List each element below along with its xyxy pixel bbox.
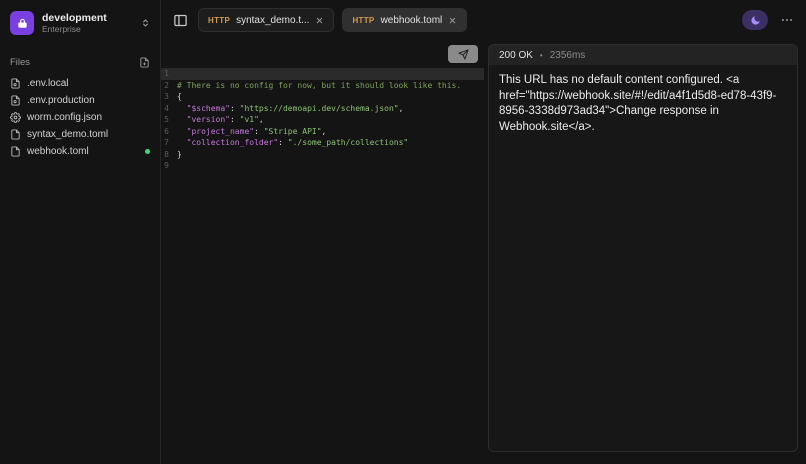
line-content: "version": "v1", bbox=[177, 114, 264, 126]
files-header: Files bbox=[0, 54, 160, 70]
tab-method-badge: HTTP bbox=[208, 16, 230, 25]
file-item-worm.config.json[interactable]: worm.config.json bbox=[0, 109, 160, 126]
response-pane: 200 OK • 2356ms This URL has no default … bbox=[488, 44, 798, 452]
theme-toggle-button[interactable] bbox=[742, 10, 768, 30]
tab-method-badge: HTTP bbox=[352, 16, 374, 25]
bullet-separator: • bbox=[540, 51, 543, 60]
file-icon bbox=[10, 146, 21, 157]
line-number: 3 bbox=[161, 91, 177, 103]
tab-title: webhook.toml bbox=[381, 15, 443, 26]
response-header: 200 OK • 2356ms bbox=[489, 45, 797, 65]
code-line-4[interactable]: 4 "$schema": "https://demoapi.dev/schema… bbox=[161, 103, 484, 115]
env-file-icon bbox=[10, 95, 21, 106]
line-number: 7 bbox=[161, 137, 177, 149]
line-content: { bbox=[177, 91, 182, 103]
line-number: 9 bbox=[161, 160, 177, 172]
code-line-5[interactable]: 5 "version": "v1", bbox=[161, 114, 484, 126]
sidebar: development Enterprise Files .env.local.… bbox=[0, 0, 161, 464]
file-name: .env.local bbox=[27, 78, 69, 89]
app-window: development Enterprise Files .env.local.… bbox=[0, 0, 806, 464]
response-status: 200 OK bbox=[499, 50, 533, 61]
env-file-icon bbox=[10, 78, 21, 89]
file-item-.env.local[interactable]: .env.local bbox=[0, 75, 160, 92]
response-duration: 2356ms bbox=[550, 50, 586, 61]
line-content: "$schema": "https://demoapi.dev/schema.j… bbox=[177, 103, 403, 115]
tab-webhook.toml[interactable]: HTTP webhook.toml bbox=[342, 8, 467, 32]
tab-syntax_demo.t...[interactable]: HTTP syntax_demo.t... bbox=[198, 8, 334, 32]
workspace-selector[interactable]: development Enterprise bbox=[0, 8, 160, 38]
code-editor[interactable]: 12# There is no config for now, but it s… bbox=[161, 68, 484, 172]
file-name: webhook.toml bbox=[27, 146, 89, 157]
code-line-9[interactable]: 9 bbox=[161, 160, 484, 172]
code-line-3[interactable]: 3{ bbox=[161, 91, 484, 103]
gear-icon bbox=[10, 112, 21, 123]
code-line-1[interactable]: 1 bbox=[161, 68, 484, 80]
sidebar-toggle-button[interactable] bbox=[173, 13, 188, 28]
close-icon[interactable] bbox=[315, 16, 324, 25]
code-line-8[interactable]: 8} bbox=[161, 149, 484, 161]
line-content: "project_name": "Stripe API", bbox=[177, 126, 326, 138]
tab-title: syntax_demo.t... bbox=[236, 15, 309, 26]
file-name: .env.production bbox=[27, 95, 95, 106]
line-number: 6 bbox=[161, 126, 177, 138]
file-name: syntax_demo.toml bbox=[27, 129, 108, 140]
topbar: HTTP syntax_demo.t... HTTP webhook.toml bbox=[161, 0, 806, 40]
file-name: worm.config.json bbox=[27, 112, 102, 123]
line-number: 2 bbox=[161, 80, 177, 92]
code-line-2[interactable]: 2# There is no config for now, but it sh… bbox=[161, 80, 484, 92]
file-icon bbox=[10, 129, 21, 140]
line-content: } bbox=[177, 149, 182, 161]
file-list: .env.local .env.production worm.config.jso… bbox=[0, 75, 160, 160]
main-area: HTTP syntax_demo.t... HTTP webhook.toml 12#… bbox=[161, 0, 806, 464]
file-item-webhook.toml[interactable]: webhook.toml bbox=[0, 143, 160, 160]
workspace-plan: Enterprise bbox=[42, 24, 133, 34]
more-menu-button[interactable] bbox=[780, 13, 794, 27]
line-number: 4 bbox=[161, 103, 177, 115]
line-number: 8 bbox=[161, 149, 177, 161]
workspace-name: development bbox=[42, 12, 133, 25]
line-content: "collection_folder": "./some_path/collec… bbox=[177, 137, 408, 149]
files-label: Files bbox=[10, 57, 30, 68]
workspace-info: development Enterprise bbox=[42, 12, 133, 35]
lock-icon bbox=[10, 11, 34, 35]
file-item-syntax_demo.toml[interactable]: syntax_demo.toml bbox=[0, 126, 160, 143]
editor-pane: 12# There is no config for now, but it s… bbox=[161, 44, 484, 452]
line-content: # There is no config for now, but it sho… bbox=[177, 80, 461, 92]
code-line-6[interactable]: 6 "project_name": "Stripe API", bbox=[161, 126, 484, 138]
unfold-chevron-icon bbox=[141, 17, 150, 29]
line-number: 5 bbox=[161, 114, 177, 126]
file-item-.env.production[interactable]: .env.production bbox=[0, 92, 160, 109]
line-number: 1 bbox=[161, 68, 177, 80]
code-line-7[interactable]: 7 "collection_folder": "./some_path/coll… bbox=[161, 137, 484, 149]
topbar-right bbox=[742, 10, 794, 30]
new-file-button[interactable] bbox=[139, 57, 150, 68]
send-button[interactable] bbox=[448, 45, 478, 63]
tab-bar: HTTP syntax_demo.t... HTTP webhook.toml bbox=[198, 8, 467, 32]
close-icon[interactable] bbox=[448, 16, 457, 25]
response-body: This URL has no default content configur… bbox=[489, 65, 797, 143]
content: 12# There is no config for now, but it s… bbox=[161, 40, 806, 464]
modified-dot bbox=[145, 149, 150, 154]
